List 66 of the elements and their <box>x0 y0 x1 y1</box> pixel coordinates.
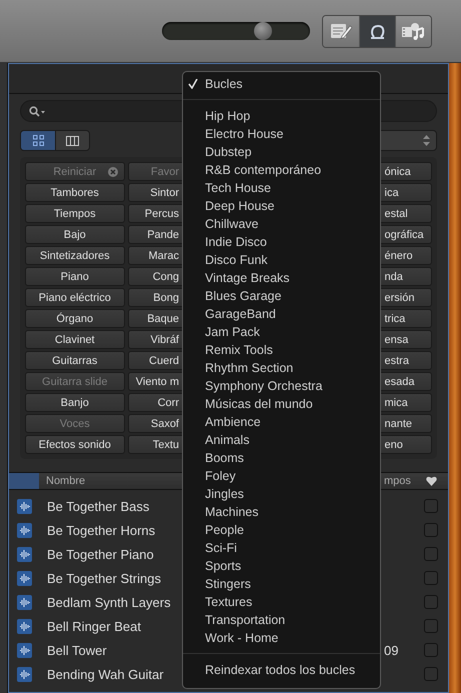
menu-item[interactable]: Sci-Fi <box>183 539 380 557</box>
keyword-button[interactable]: Tambores <box>25 183 124 202</box>
menu-item[interactable]: Textures <box>183 593 380 611</box>
menu-item[interactable]: People <box>183 521 380 539</box>
slider[interactable] <box>162 22 310 40</box>
loop-name: Be Together Horns <box>47 522 156 538</box>
favorite-checkbox[interactable] <box>424 595 438 609</box>
menu-item[interactable]: Reindexar todos los bucles <box>183 661 380 679</box>
menu-item[interactable]: Transportation <box>183 611 380 629</box>
menu-item[interactable]: Dubstep <box>183 143 380 161</box>
view-toggle-button[interactable] <box>55 131 89 150</box>
keyword-button[interactable]: Piano eléctrico <box>25 288 124 307</box>
keyword-button[interactable]: Órgano <box>25 309 124 328</box>
favorite-checkbox[interactable] <box>424 523 438 537</box>
waveform-icon <box>17 618 32 634</box>
menu-item[interactable]: Work - Home <box>183 629 380 647</box>
waveform-icon <box>17 522 32 538</box>
keyword-button[interactable]: Tiempos <box>25 204 124 223</box>
view-button[interactable] <box>359 16 395 46</box>
table-cell-text: 09 <box>384 642 400 658</box>
view-button[interactable] <box>323 16 359 46</box>
grid-icon <box>32 135 44 146</box>
search-icon <box>29 106 45 116</box>
view-toggle-button[interactable] <box>21 131 55 150</box>
view-button[interactable] <box>395 16 431 46</box>
menu-item[interactable]: Bucles <box>183 75 380 93</box>
loop-name: Bending Wah Guitar <box>47 666 164 682</box>
menu-item[interactable]: Jingles <box>183 485 380 503</box>
waveform-icon <box>17 498 32 514</box>
waveform-icon <box>17 546 32 562</box>
menu-item[interactable]: Electro House <box>183 125 380 143</box>
keyword-button[interactable]: Bajo <box>25 225 124 244</box>
waveform-icon <box>17 570 32 586</box>
columns-icon <box>66 136 79 146</box>
slider-thumb[interactable] <box>254 22 272 40</box>
waveform-icon <box>17 642 32 658</box>
loop-name: Be Together Bass <box>47 498 150 514</box>
film-music-icon <box>400 21 426 41</box>
favorite-checkbox[interactable] <box>424 643 438 657</box>
waveform-icon <box>17 666 32 682</box>
stepper-arrows-icon <box>423 135 430 146</box>
favorite-checkbox[interactable] <box>424 547 438 561</box>
menu-item[interactable]: Machines <box>183 503 380 521</box>
favorite-checkbox[interactable] <box>424 667 438 681</box>
check-icon <box>188 79 198 89</box>
note-pencil-icon <box>330 22 352 40</box>
favorite-checkbox[interactable] <box>424 499 438 513</box>
loop-name: Be Together Piano <box>47 546 154 562</box>
keyword-button[interactable]: Clavinet <box>25 330 124 349</box>
menu-item[interactable]: Foley <box>183 467 380 485</box>
keyword-button[interactable]: Piano <box>25 267 124 286</box>
keyword-button[interactable]: Banjo <box>25 393 124 412</box>
keyword-button[interactable]: Sintetizadores <box>25 246 124 265</box>
keyword-button[interactable]: Guitarras <box>25 351 124 370</box>
waveform-icon <box>17 594 32 610</box>
menu-item[interactable]: Stingers <box>183 575 380 593</box>
favorite-checkbox[interactable] <box>424 619 438 633</box>
heart-icon <box>426 476 437 486</box>
loop-name: Be Together Strings <box>47 570 161 586</box>
favorite-checkbox[interactable] <box>424 571 438 585</box>
loop-name: Bedlam Synth Layers <box>47 594 171 610</box>
menu-item[interactable]: Sports <box>183 557 380 575</box>
keyword-button[interactable]: Efectos sonido <box>25 435 124 454</box>
menu-item[interactable]: Hip Hop <box>183 107 380 125</box>
loop-name: Bell Ringer Beat <box>47 618 141 634</box>
loop-name: Bell Tower <box>47 642 107 658</box>
